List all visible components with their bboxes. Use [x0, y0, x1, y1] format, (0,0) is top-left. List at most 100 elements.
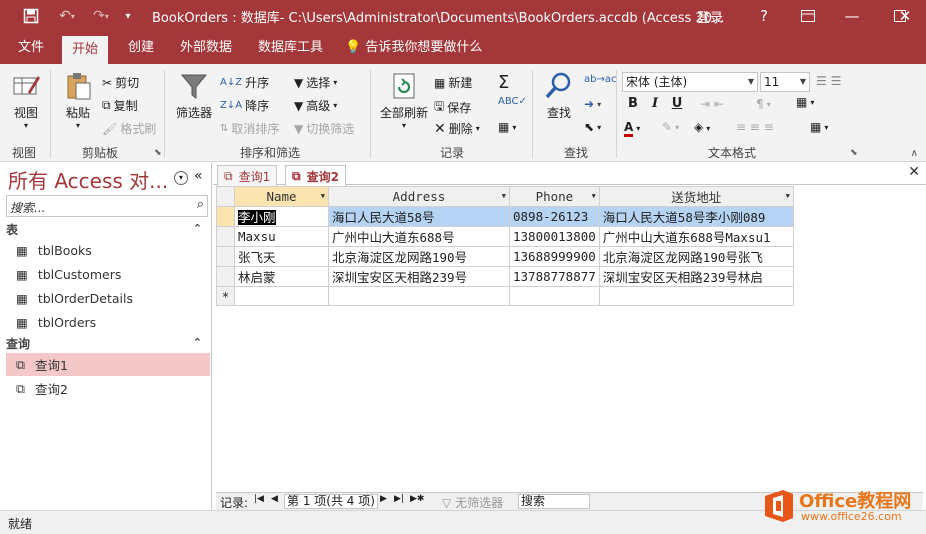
nav-header[interactable]: 所有 Access 对... ▾ «: [0, 163, 212, 193]
refresh-all-button[interactable]: 全部刷新 ▾: [378, 70, 430, 130]
find-button[interactable]: 查找: [540, 70, 578, 121]
text-format-launcher-icon[interactable]: ⬊: [850, 148, 858, 158]
nav-item-tblbooks[interactable]: ▦ tblBooks: [6, 239, 210, 262]
nav-section-tables[interactable]: 表 ⌃: [6, 221, 210, 241]
close-icon[interactable]: ✕: [884, 0, 926, 32]
column-dropdown-icon[interactable]: ▼: [321, 192, 325, 200]
record-selector[interactable]: [216, 246, 235, 267]
column-dropdown-icon[interactable]: ▼: [502, 192, 506, 200]
save-record-button[interactable]: 🖫 保存: [434, 97, 471, 118]
table-cell[interactable]: 深圳宝安区天相路239号: [328, 266, 510, 287]
indent-icons[interactable]: ⇥ ⇤: [700, 97, 724, 111]
nav-item-tblcustomers[interactable]: ▦ tblCustomers: [6, 263, 210, 286]
table-cell[interactable]: 林启蒙: [234, 266, 329, 287]
sort-descending-button[interactable]: Z↓A 降序: [220, 97, 269, 114]
column-header-name[interactable]: Name ▼: [234, 186, 329, 207]
table-cell[interactable]: 海口人民大道58号: [328, 206, 510, 227]
new-record-marker[interactable]: *: [216, 286, 235, 306]
table-cell[interactable]: 张飞天: [234, 246, 329, 267]
column-header-phone[interactable]: Phone ▼: [509, 186, 600, 207]
paragraph-icon[interactable]: ¶ ▾: [756, 97, 771, 111]
format-painter-button[interactable]: 🖌 格式刷: [102, 120, 156, 137]
tab-external-data[interactable]: 外部数据: [170, 32, 242, 64]
selection-button[interactable]: ▼ 选择 ▾: [294, 74, 337, 91]
record-selector[interactable]: [216, 206, 235, 227]
cut-button[interactable]: ✂ 剪切: [102, 74, 139, 91]
table-cell[interactable]: [328, 286, 510, 306]
column-dropdown-icon[interactable]: ▼: [786, 192, 790, 200]
column-dropdown-icon[interactable]: ▼: [592, 192, 596, 200]
table-cell[interactable]: 13788778877: [509, 266, 600, 287]
table-cell[interactable]: [598, 286, 794, 306]
undo-icon[interactable]: ↶ ▾: [50, 0, 84, 32]
bold-button[interactable]: B: [624, 96, 642, 111]
tab-file[interactable]: 文件: [8, 32, 54, 64]
italic-button[interactable]: I: [646, 96, 664, 111]
new-record-nav-icon[interactable]: ▶✱: [410, 494, 424, 504]
record-selector[interactable]: [216, 266, 235, 287]
sign-in-link[interactable]: 登录: [697, 7, 723, 26]
table-cell[interactable]: [509, 286, 600, 306]
table-cell[interactable]: 海口人民大道58号李小刚089: [598, 206, 794, 227]
table-cell[interactable]: Maxsu: [234, 226, 329, 247]
nav-search-input[interactable]: 搜索... ⌕: [6, 195, 208, 217]
more-records-icon[interactable]: ▦ ▾: [498, 120, 516, 134]
customize-qat-icon[interactable]: ▾: [118, 0, 138, 32]
first-record-icon[interactable]: |◀: [254, 494, 264, 504]
save-icon[interactable]: [16, 0, 46, 32]
tell-me-box[interactable]: 💡 告诉我你想要做什么: [345, 32, 482, 64]
record-selector[interactable]: [216, 226, 235, 247]
table-cell[interactable]: 0898-26123: [509, 206, 600, 227]
view-button[interactable]: 视图 ▾: [6, 70, 46, 130]
font-color-icon[interactable]: A ▾: [624, 120, 640, 137]
copy-button[interactable]: ⧉ 复制: [102, 97, 138, 114]
search-icon[interactable]: ⌕: [197, 197, 204, 212]
table-cell[interactable]: 李小刚: [234, 206, 329, 227]
next-record-icon[interactable]: ▶: [380, 494, 387, 504]
table-cell[interactable]: 广州中山大道东688号: [328, 226, 510, 247]
tab-create[interactable]: 创建: [118, 32, 164, 64]
nav-item-query1[interactable]: ⧉ 查询1: [6, 353, 210, 376]
totals-icon[interactable]: Σ: [498, 72, 509, 93]
doc-tab-query1[interactable]: ⧉ 查询1: [217, 165, 278, 186]
select-all-corner[interactable]: [216, 186, 235, 207]
table-cell[interactable]: 北京海淀区龙网路190号: [328, 246, 510, 267]
alt-row-color-icon[interactable]: ▦ ▾: [810, 120, 828, 134]
nav-section-queries[interactable]: 查询 ⌃: [6, 335, 210, 355]
table-cell[interactable]: 13800013800: [509, 226, 600, 247]
current-record-box[interactable]: 第 1 项(共 4 项): [284, 494, 378, 509]
table-cell[interactable]: 13688999900: [509, 246, 600, 267]
collapse-section-icon[interactable]: ⌃: [193, 222, 202, 235]
font-name-combo[interactable]: 宋体 (主体) ▼: [622, 72, 758, 92]
delete-record-button[interactable]: ✕ 删除 ▾: [434, 120, 480, 137]
select-icon[interactable]: ⬉ ▾: [584, 120, 601, 134]
datasheet-search-input[interactable]: 搜索: [518, 494, 590, 509]
toggle-filter-button[interactable]: ▼ 切换筛选: [294, 120, 354, 137]
highlight-icon[interactable]: ✎ ▾: [662, 120, 679, 134]
new-record-button[interactable]: ▦ 新建: [434, 74, 472, 91]
clipboard-launcher-icon[interactable]: ⬊: [154, 148, 162, 158]
underline-button[interactable]: U: [668, 96, 686, 111]
nav-item-tblorders[interactable]: ▦ tblOrders: [6, 311, 210, 334]
filter-button[interactable]: 筛选器: [172, 70, 216, 121]
table-cell[interactable]: 深圳宝安区天相路239号林启: [598, 266, 794, 287]
align-icons[interactable]: ≡ ≡ ≡: [736, 120, 774, 134]
sort-ascending-button[interactable]: A↓Z 升序: [220, 74, 269, 91]
column-header-address[interactable]: Address ▼: [328, 186, 510, 207]
remove-sort-button[interactable]: ⇅ 取消排序: [220, 120, 279, 137]
shutter-bar-icon[interactable]: «: [194, 168, 203, 184]
list-icons[interactable]: ☰ ☰: [816, 74, 841, 88]
tab-home[interactable]: 开始: [62, 36, 109, 64]
minimize-icon[interactable]: —: [830, 0, 874, 32]
fill-color-icon[interactable]: ◈ ▾: [694, 120, 710, 137]
close-document-icon[interactable]: ✕: [908, 164, 920, 180]
nav-menu-icon[interactable]: ▾: [174, 171, 188, 185]
column-header-shipping-address[interactable]: 送货地址 ▼: [598, 186, 794, 207]
help-button[interactable]: ?: [742, 0, 786, 32]
previous-record-icon[interactable]: ◀: [271, 494, 278, 504]
font-size-combo[interactable]: 11 ▼: [760, 72, 810, 92]
table-cell[interactable]: 广州中山大道东688号Maxsu1: [598, 226, 794, 247]
redo-icon[interactable]: ↷ ▾: [86, 0, 116, 32]
nav-item-tblorderdetails[interactable]: ▦ tblOrderDetails: [6, 287, 210, 310]
nav-item-query2[interactable]: ⧉ 查询2: [6, 377, 210, 400]
